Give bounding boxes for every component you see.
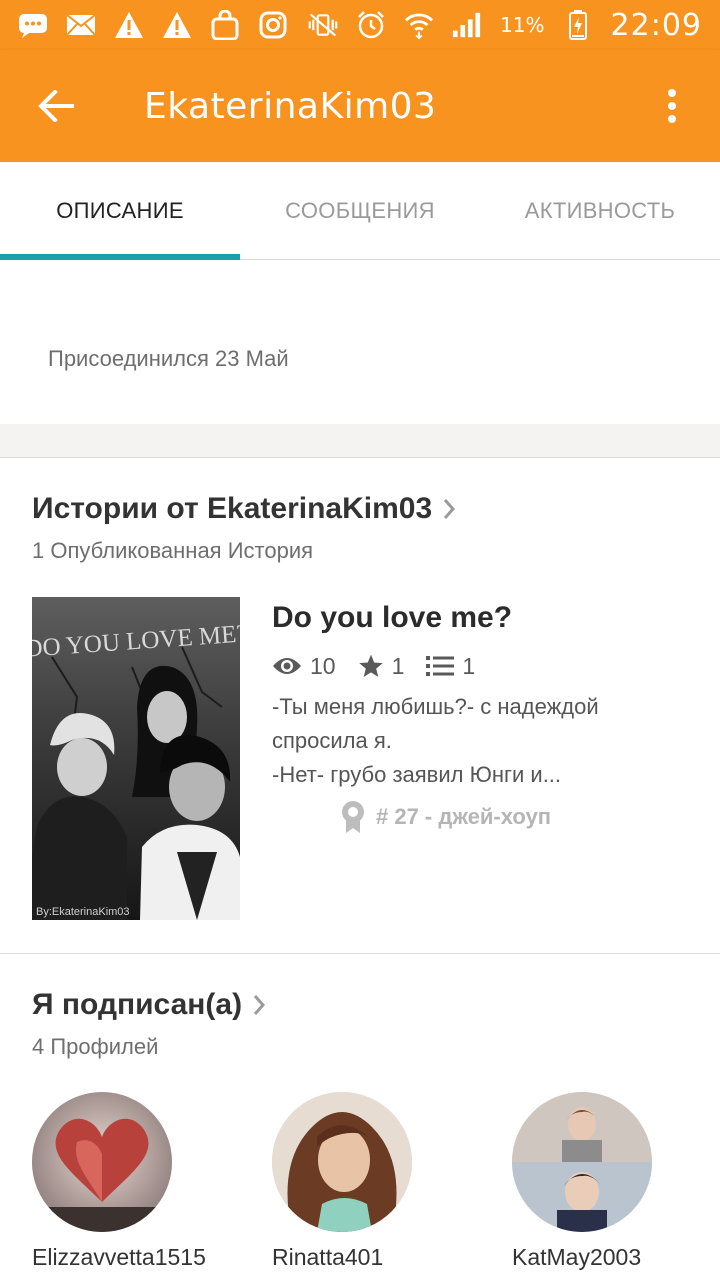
status-bar: 11% 22:09: [0, 0, 720, 50]
tab-messages[interactable]: СООБЩЕНИЯ: [240, 162, 480, 259]
more-options-button[interactable]: [624, 50, 720, 162]
instagram-icon: [258, 10, 288, 40]
joined-date: Присоединился 23 Май: [48, 346, 289, 371]
avatar: [272, 1092, 412, 1232]
cover-credit: By:EkaterinaKim03: [36, 906, 130, 918]
avatar: [32, 1092, 172, 1232]
parts-stat: 1: [426, 653, 475, 680]
divider: [0, 953, 720, 954]
profile-name: Rinatta401: [272, 1244, 384, 1270]
profile-tabs: ОПИСАНИЕ СООБЩЕНИЯ АКТИВНОСТЬ: [0, 162, 720, 260]
star-icon: [358, 654, 383, 677]
mail-icon: [66, 10, 96, 40]
more-vert-icon: [668, 89, 676, 123]
app-bar: EkaterinaKim03: [0, 50, 720, 162]
profile-name: KatMay2003: [512, 1244, 642, 1270]
shopping-bag-icon: [210, 10, 240, 40]
stories-section-subtitle: 1 Опубликованная История: [32, 538, 314, 563]
rank-label: # 27 - джей-хоуп: [376, 804, 552, 829]
ribbon-badge-icon: [342, 801, 364, 833]
story-description-line: -Нет- грубо заявил Юнги и...: [272, 762, 562, 787]
status-bar-notifications: [18, 10, 288, 40]
page-title: EkaterinaKim03: [144, 85, 437, 127]
following-section-title: Я подписан(а): [32, 988, 243, 1021]
profile-card[interactable]: Rinatta401: [272, 1092, 492, 1271]
story-description: -Ты меня любишь?- с надеждой спросила я.…: [272, 690, 692, 792]
story-stats: 10 1 1: [272, 648, 497, 684]
profile-card[interactable]: KatMay2003: [512, 1092, 720, 1271]
wifi-icon: [404, 10, 434, 40]
following-section-header[interactable]: Я подписан(а): [32, 988, 266, 1022]
warning-icon: [162, 10, 192, 40]
votes-stat: 1: [358, 652, 405, 680]
list-icon: [426, 656, 455, 676]
chevron-right-icon: [253, 995, 266, 1015]
battery-percent: 11%: [500, 13, 545, 37]
story-rank: # 27 - джей-хоуп: [340, 800, 551, 834]
arrow-back-icon: [38, 90, 74, 122]
parts-count: 1: [462, 652, 476, 679]
tab-activity[interactable]: АКТИВНОСТЬ: [480, 162, 720, 259]
eye-icon: [273, 658, 301, 674]
stories-section-title: Истории от EkaterinaKim03: [32, 492, 433, 525]
alarm-icon: [356, 10, 386, 40]
warning-icon: [114, 10, 144, 40]
status-bar-system: 11% 22:09: [308, 8, 702, 43]
battery-charging-icon: [563, 10, 593, 40]
votes-count: 1: [391, 652, 405, 679]
story-description-line: -Ты меня любишь?- с надеждой: [272, 694, 599, 719]
views-stat: 10: [272, 653, 336, 680]
stories-section-header[interactable]: Истории от EkaterinaKim03: [32, 492, 456, 526]
following-section-subtitle: 4 Профилей: [32, 1034, 159, 1059]
avatar: [512, 1092, 652, 1232]
story-cover[interactable]: DO YOU LOVE ME? By:EkaterinaKim03: [32, 597, 240, 920]
profile-card[interactable]: Elizzavvetta1515: [32, 1092, 252, 1271]
story-description-line: спросила я.: [272, 728, 392, 753]
following-profiles: Elizzavvetta1515 Rinatta401 KatMay2003: [0, 1092, 720, 1280]
story-title[interactable]: Do you love me?: [272, 601, 512, 635]
chevron-right-icon: [444, 499, 456, 519]
chat-bubble-icon: [18, 10, 48, 40]
vibrate-mute-icon: [308, 10, 338, 40]
clock: 22:09: [610, 7, 702, 43]
back-button[interactable]: [0, 50, 112, 162]
profile-name: Elizzavvetta1515: [32, 1244, 206, 1270]
tab-description[interactable]: ОПИСАНИЕ: [0, 162, 240, 260]
section-separator: [0, 424, 720, 458]
signal-icon: [452, 10, 482, 40]
views-count: 10: [310, 652, 336, 679]
